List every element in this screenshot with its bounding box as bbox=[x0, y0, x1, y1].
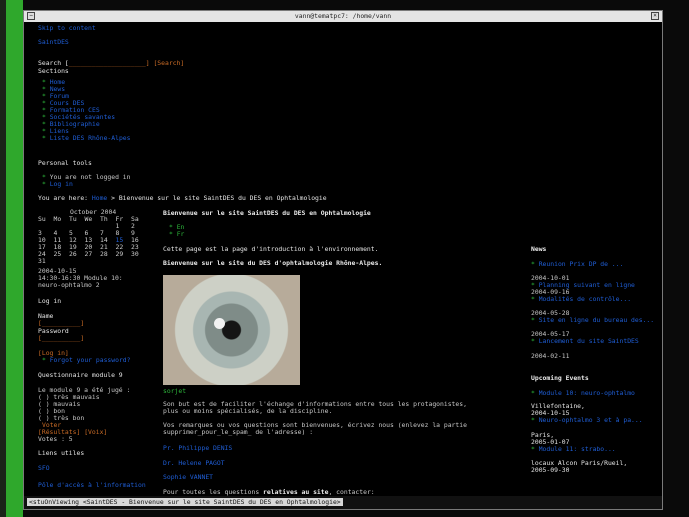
personal-login-link[interactable]: * Log in bbox=[42, 180, 73, 188]
event-link[interactable]: * Module 10: neuro-ophtalmo bbox=[531, 389, 635, 397]
contact-line: Pour toutes les questions relatives au s… bbox=[163, 488, 375, 496]
news-item-date: 2004-02-11 bbox=[531, 352, 570, 360]
image-caption: sorjet bbox=[163, 387, 187, 395]
lynx-page: Skip to content SaintDES Search [_______… bbox=[24, 22, 662, 496]
search-input[interactable]: ____________________] bbox=[69, 59, 150, 67]
section-item[interactable]: * Liste DES Rhône-Alpes bbox=[42, 135, 131, 142]
contact-link[interactable]: Pr. Philippe DENIS bbox=[163, 444, 232, 452]
site-name-link[interactable]: SaintDES bbox=[38, 38, 69, 46]
upcoming-title: Upcoming Events bbox=[531, 374, 589, 382]
calendar-event-line2: neuro-ophtalmo 2 bbox=[38, 281, 100, 289]
paragraph-line: plus ou moins spécialisés, de la discipl… bbox=[163, 407, 333, 415]
useful-link-item[interactable]: Pôle d'accès à l'information bbox=[38, 481, 146, 489]
status-text: <stuOnViewing <SaintDES - Bienvenue sur … bbox=[27, 498, 343, 506]
eye-image bbox=[163, 275, 300, 385]
contact-link[interactable]: Sophie VANNET bbox=[163, 473, 213, 481]
search-label: Search [ bbox=[38, 59, 69, 67]
login-password-input[interactable]: [__________] bbox=[38, 334, 84, 342]
login-title: Log in bbox=[38, 297, 62, 305]
news-item-link[interactable]: * Site en ligne du bureau des... bbox=[531, 316, 654, 324]
page-subtitle: Bienvenue sur le site du DES d'ophtalmol… bbox=[163, 259, 383, 267]
personal-tools-title: Personal tools bbox=[38, 159, 92, 167]
terminal-window: vann@tematpc7: /home/vann − × Skip to co… bbox=[23, 10, 663, 510]
useful-links-title: Liens utiles bbox=[38, 449, 85, 457]
news-item-link[interactable]: * Modalités de contrôle... bbox=[531, 295, 631, 303]
search-button[interactable]: [Search] bbox=[153, 59, 184, 67]
poll-title: Questionnaire module 9 bbox=[38, 371, 123, 379]
skip-link[interactable]: Skip to content bbox=[38, 24, 96, 32]
breadcrumb-home-link[interactable]: Home bbox=[92, 194, 107, 202]
useful-link-item[interactable]: SFO bbox=[38, 464, 50, 472]
window-menu-button[interactable]: − bbox=[27, 12, 35, 20]
event-date: 2005-09-30 bbox=[531, 466, 570, 474]
event-link[interactable]: * Neuro-ophtalmo 3 et à pa... bbox=[531, 416, 643, 424]
window-titlebar: vann@tematpc7: /home/vann − × bbox=[24, 11, 662, 22]
status-bar: <stuOnViewing <SaintDES - Bienvenue sur … bbox=[24, 496, 662, 509]
window-title: vann@tematpc7: /home/vann bbox=[294, 12, 392, 20]
news-item-link[interactable]: * Reunion Prix DP de ... bbox=[531, 260, 623, 268]
paragraph-line: supprimer_pour_le_spam_ de l'adresse) : bbox=[163, 428, 314, 436]
sections-list: * Home * News * Forum * Cours DES * Form… bbox=[42, 79, 131, 142]
lang-fr[interactable]: * Fr bbox=[169, 230, 184, 238]
search-row: Search [____________________] [Search] bbox=[38, 59, 184, 67]
sections-title: Sections bbox=[38, 67, 69, 75]
intro-text: Cette page est la page d'introduction à … bbox=[163, 245, 379, 253]
event-link[interactable]: * Module 11: strabo... bbox=[531, 445, 616, 453]
news-item-link[interactable]: * Lancement du site SaintDES bbox=[531, 337, 639, 345]
news-title: News bbox=[531, 245, 547, 253]
login-name-input[interactable]: [__________] bbox=[38, 319, 84, 327]
contact-link[interactable]: Dr. Helene PAGOT bbox=[163, 459, 225, 467]
window-close-button[interactable]: × bbox=[651, 12, 659, 20]
poll-other-button[interactable]: [Voix] bbox=[84, 428, 107, 436]
forgot-password-link[interactable]: * Forgot your password? bbox=[42, 356, 131, 364]
poll-vote-button[interactable]: Voter bbox=[42, 421, 61, 429]
main-heading: Bienvenue sur le site SaintDES du DES en… bbox=[163, 209, 371, 217]
desktop-green-panel bbox=[6, 0, 23, 517]
poll-votes: Votes : 5 bbox=[38, 435, 73, 443]
calendar: Su Mo Tu We Th Fr Sa 12 3456789 10 11 12 13 14 15 16… bbox=[38, 215, 139, 265]
breadcrumb: You are here: Home > Bienvenue sur le si… bbox=[38, 194, 327, 202]
